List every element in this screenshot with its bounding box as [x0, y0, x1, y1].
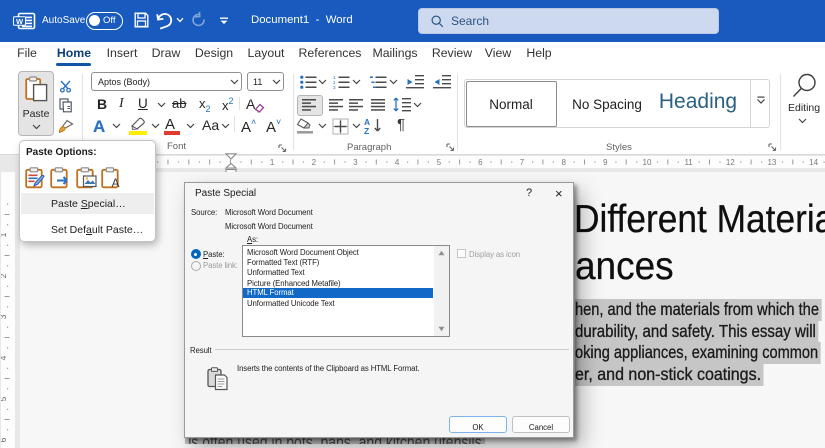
svg-text:3: 3: [1, 314, 8, 319]
svg-text:1: 1: [1, 232, 8, 237]
svg-text:10: 10: [643, 158, 652, 167]
svg-text:6: 6: [1, 437, 8, 442]
svg-text:5: 5: [1, 396, 8, 401]
svg-text:14: 14: [809, 158, 818, 167]
svg-text:Z: Z: [364, 126, 369, 135]
svg-text:6: 6: [478, 158, 483, 167]
svg-text:2: 2: [1, 273, 8, 278]
svg-text:11: 11: [684, 158, 693, 167]
svg-text:W: W: [16, 17, 24, 26]
svg-text:8: 8: [561, 158, 566, 167]
svg-text:2: 2: [312, 158, 317, 167]
svg-text:13: 13: [767, 158, 776, 167]
svg-text:7: 7: [520, 158, 525, 167]
svg-text:12: 12: [726, 158, 735, 167]
svg-text:5: 5: [437, 158, 442, 167]
svg-text:1: 1: [270, 158, 275, 167]
svg-text:4: 4: [395, 158, 400, 167]
svg-text:3: 3: [353, 158, 358, 167]
svg-text:9: 9: [603, 158, 608, 167]
svg-text:A: A: [112, 176, 120, 190]
svg-text:3: 3: [333, 85, 336, 90]
svg-text:4: 4: [1, 355, 8, 360]
